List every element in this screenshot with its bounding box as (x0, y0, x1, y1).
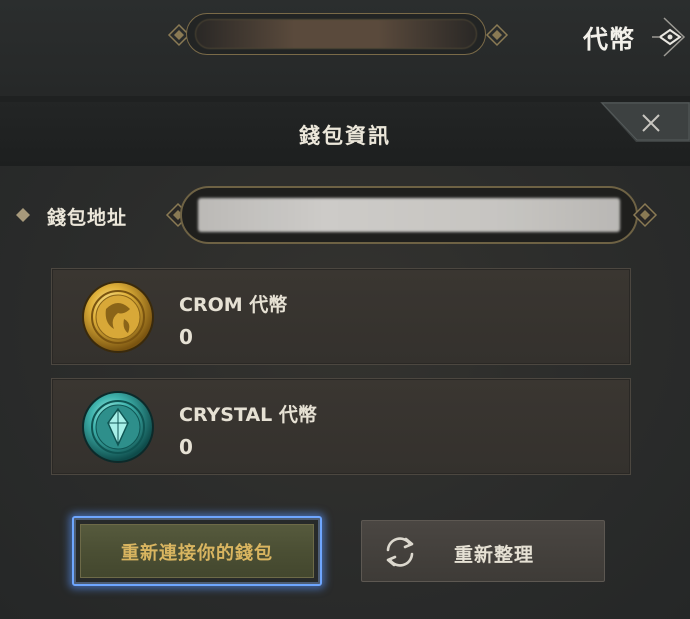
bullet-diamond-icon (16, 208, 30, 222)
close-icon[interactable] (640, 112, 662, 134)
wallet-address-field[interactable] (180, 186, 638, 244)
wallet-address-obscured (198, 198, 620, 232)
refresh-icon (386, 537, 414, 567)
crom-coin-icon (82, 281, 154, 353)
frame-ornament-icon (485, 23, 509, 47)
token-name: CRYSTAL 代幣 (179, 404, 317, 426)
top-bar: 代幣 (0, 0, 690, 96)
dialog-header: 錢包資訊 (0, 102, 690, 166)
token-name: CROM 代幣 (179, 294, 288, 316)
token-menu-label[interactable]: 代幣 (583, 20, 635, 56)
token-card-crom: CROM 代幣 0 (51, 268, 631, 365)
token-card-crystal: CRYSTAL 代幣 0 (51, 378, 631, 475)
wallet-address-label: 錢包地址 (47, 207, 128, 229)
player-name-frame (186, 13, 486, 55)
player-name-obscured (195, 19, 477, 49)
reconnect-wallet-button[interactable]: 重新連接你的錢包 (72, 516, 322, 586)
frame-ornament-icon (632, 202, 658, 228)
crystal-coin-icon (82, 391, 154, 463)
token-menu-arrow-icon[interactable] (650, 14, 688, 60)
token-amount: 0 (179, 325, 193, 349)
dialog-title: 錢包資訊 (299, 124, 391, 148)
refresh-button[interactable]: 重新整理 (361, 520, 605, 582)
refresh-label: 重新整理 (454, 544, 535, 566)
token-amount: 0 (179, 435, 193, 459)
reconnect-wallet-label: 重新連接你的錢包 (121, 543, 273, 564)
